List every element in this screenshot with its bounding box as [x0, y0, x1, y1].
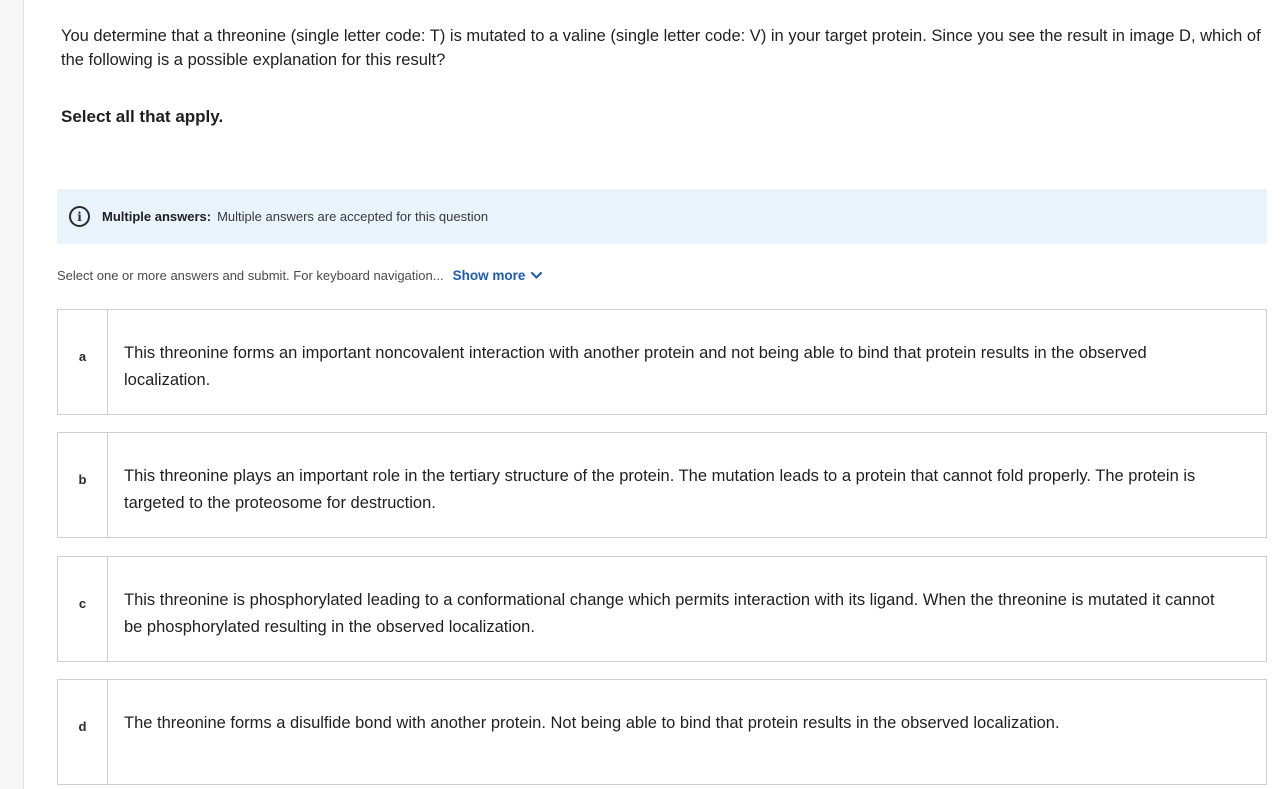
option-letter: b: [58, 433, 108, 537]
chevron-down-icon: [531, 272, 543, 279]
option-letter: d: [58, 680, 108, 784]
answer-option-b[interactable]: b This threonine plays an important role…: [57, 432, 1267, 538]
banner-text: Multiple answers: Multiple answers are ac…: [102, 209, 488, 224]
question-panel: You determine that a threonine (single l…: [23, 0, 1284, 789]
banner-title: Multiple answers:: [102, 209, 212, 224]
answer-option-d[interactable]: d The threonine forms a disulfide bond w…: [57, 679, 1267, 785]
banner-message: Multiple answers are accepted for this q…: [217, 209, 489, 224]
helper-text: Select one or more answers and submit. F…: [57, 268, 444, 283]
keyboard-helper: Select one or more answers and submit. F…: [57, 268, 543, 283]
info-icon: i: [69, 206, 90, 227]
answer-option-c[interactable]: c This threonine is phosphorylated leadi…: [57, 556, 1267, 662]
option-text: This threonine plays an important role i…: [124, 467, 1196, 512]
answer-option-a[interactable]: a This threonine forms an important nonc…: [57, 309, 1267, 415]
option-text: This threonine forms an important noncov…: [124, 344, 1147, 389]
option-letter: a: [58, 310, 108, 414]
instruction-text: Select all that apply.: [61, 107, 224, 126]
option-letter: c: [58, 557, 108, 661]
show-more-button[interactable]: Show more: [453, 268, 543, 283]
option-text: This threonine is phosphorylated leading…: [124, 591, 1215, 636]
question-text: You determine that a threonine (single l…: [61, 27, 1261, 69]
show-more-label: Show more: [452, 268, 526, 283]
option-text: The threonine forms a disulfide bond wit…: [124, 714, 1060, 732]
multiple-answers-banner: i Multiple answers: Multiple answers are …: [57, 189, 1267, 244]
